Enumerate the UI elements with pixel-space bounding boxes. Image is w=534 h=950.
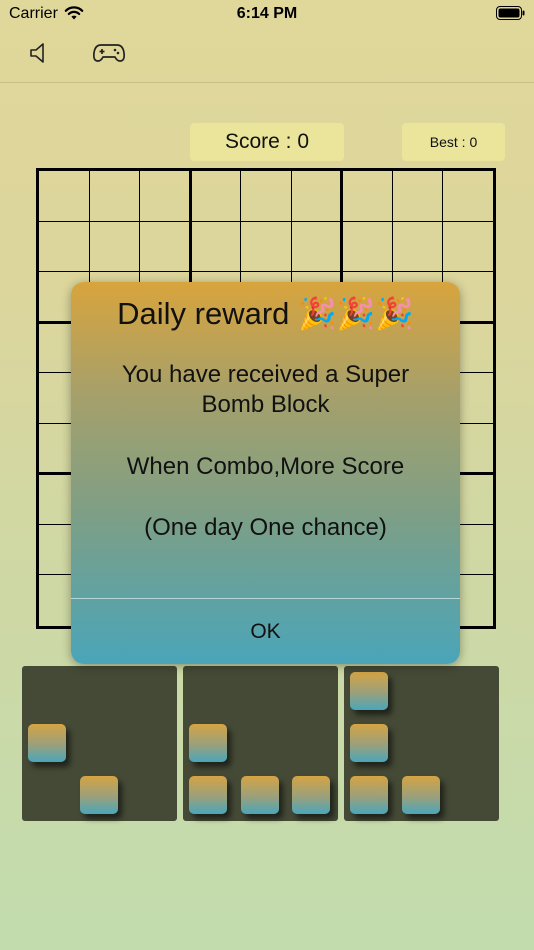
battery-icon [496,6,526,26]
game-center-button[interactable] [91,40,127,70]
gamepad-icon [92,42,126,69]
best-score-label: Best : 0 [429,134,478,150]
piece-slot-3[interactable] [344,666,499,821]
speaker-icon [29,42,49,69]
board-grid-line [39,271,493,273]
dialog-title: Daily reward 🎉🎉🎉 [117,296,414,331]
dialog-message-line: Bomb Block [201,391,330,418]
piece-block [189,724,227,762]
clock: 6:14 PM [236,5,298,22]
dialog-message-line: You have received a Super [121,361,410,388]
score-display: Score : 0 [190,123,344,161]
piece-block [292,776,330,814]
piece-block [241,776,279,814]
board-grid-line [39,220,493,222]
piece-block [189,776,227,814]
daily-reward-dialog: Daily reward 🎉🎉🎉 You have received a Sup… [71,282,460,664]
ok-button[interactable]: OK [71,599,460,664]
piece-block [350,724,388,762]
piece-block [350,672,388,710]
piece-block [28,724,66,762]
piece-block [402,776,440,814]
score-label: Score : 0 [224,130,310,153]
best-score-display: Best : 0 [402,123,505,161]
piece-slot-1[interactable] [22,666,177,821]
toolbar [0,28,534,83]
dialog-message-line: (One day One chance) [144,514,387,541]
dialog-message-line: When Combo,More Score [126,453,405,480]
sound-button[interactable] [21,40,57,70]
piece-slot-2[interactable] [183,666,338,821]
piece-block [80,776,118,814]
piece-block [350,776,388,814]
status-bar: Carrier 6:14 PM [0,0,534,28]
